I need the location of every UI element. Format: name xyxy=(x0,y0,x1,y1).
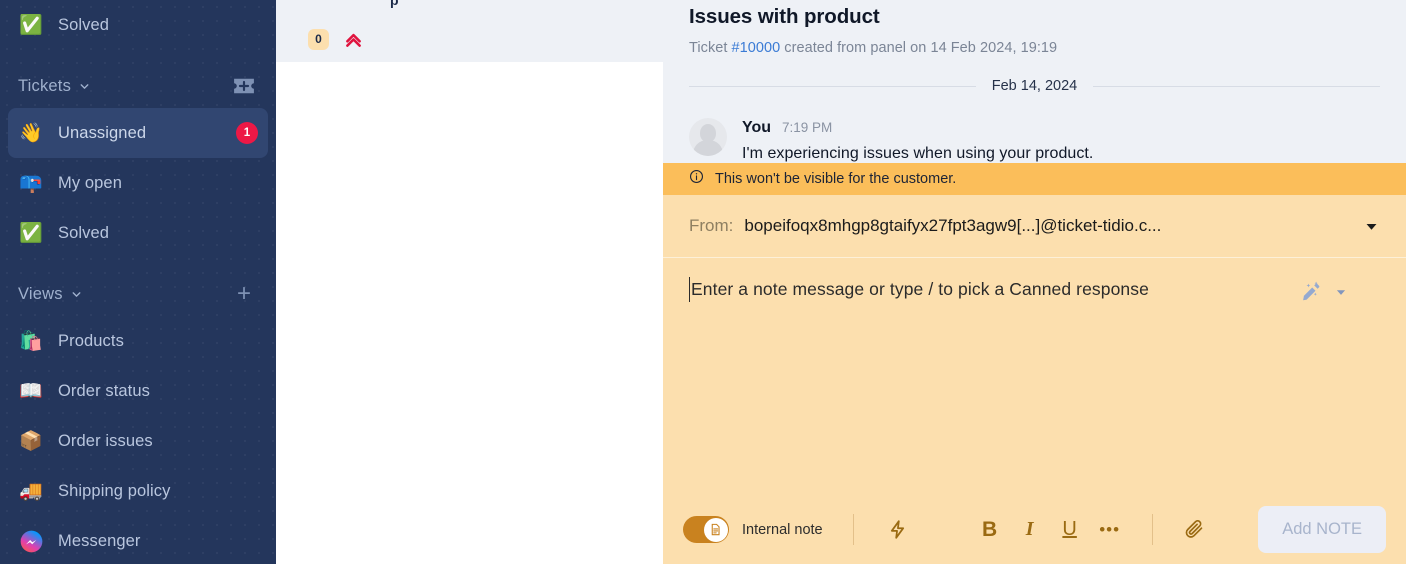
add-ticket-icon[interactable] xyxy=(230,72,258,100)
sidebar-item-label: Order status xyxy=(58,381,150,400)
sidebar-item-label: Order issues xyxy=(58,431,153,450)
sidebar-section-tickets[interactable]: Tickets xyxy=(0,64,276,108)
mailbox-icon: 📪 xyxy=(19,172,43,194)
from-address: bopeifoqx8mhgp8gtaifyx27fpt3agw9[...]@ti… xyxy=(744,216,1162,235)
internal-note-notice: This won't be visible for the customer. xyxy=(663,163,1406,195)
ticket-list-panel: p 0 xyxy=(276,0,663,564)
composer-toolbar: Internal note B I U ••• Add NOTE xyxy=(663,495,1406,564)
divider-line-right xyxy=(1093,85,1380,87)
avatar-body-shape xyxy=(693,140,723,156)
message-count-badge: 0 xyxy=(308,28,329,50)
internal-note-toggle[interactable] xyxy=(683,516,729,543)
sidebar-item-shipping-policy[interactable]: 🚚 Shipping policy xyxy=(8,466,268,516)
sidebar-item-products[interactable]: 🛍️ Products xyxy=(8,316,268,366)
sidebar-item-order-issues[interactable]: 📦 Order issues xyxy=(8,416,268,466)
sidebar: ✅ Solved Tickets 👋 Unassigned 1 📪 My ope… xyxy=(0,0,276,564)
sidebar-item-order-status[interactable]: 📖 Order status xyxy=(8,366,268,416)
priority-urgent-icon xyxy=(343,29,364,50)
message-header: You 7:19 PM xyxy=(742,119,1093,137)
waving-hand-icon: 👋 xyxy=(19,122,43,144)
sidebar-item-label: Solved xyxy=(58,223,110,242)
toolbar-divider xyxy=(852,514,854,545)
ticket-id-link[interactable]: #10000 xyxy=(732,40,781,56)
info-icon xyxy=(689,169,704,189)
message-author: You xyxy=(742,119,772,136)
open-book-icon: 📖 xyxy=(19,380,43,402)
ticket-detail-panel: Issues with product Ticket #10000 create… xyxy=(663,0,1406,564)
app-root: ✅ Solved Tickets 👋 Unassigned 1 📪 My ope… xyxy=(0,0,1406,564)
toggle-knob xyxy=(703,517,728,542)
ticket-list-item[interactable]: p 0 xyxy=(276,0,663,62)
sidebar-item-label: My open xyxy=(58,173,122,192)
section-title: Views xyxy=(18,284,63,303)
ticket-meta-suffix: created from panel on 14 Feb 2024, 19:19 xyxy=(780,40,1058,56)
shopping-bags-icon: 🛍️ xyxy=(19,330,43,352)
sidebar-item-solved-top[interactable]: ✅ Solved xyxy=(8,0,268,50)
sidebar-item-label: Solved xyxy=(58,15,110,34)
sidebar-item-label: Products xyxy=(58,331,124,350)
toolbar-divider xyxy=(1151,514,1153,545)
divider-line-left xyxy=(689,85,976,87)
more-options-button[interactable]: ••• xyxy=(1090,510,1130,550)
ai-assist-control[interactable] xyxy=(1301,280,1348,309)
lightning-icon[interactable] xyxy=(878,510,918,550)
messenger-icon xyxy=(18,530,44,553)
message-body: You 7:19 PM I'm experiencing issues when… xyxy=(742,118,1093,163)
sidebar-section-views[interactable]: Views + xyxy=(0,272,276,316)
from-label: From: xyxy=(689,216,734,235)
bold-button[interactable]: B xyxy=(970,510,1010,550)
chevron-down-icon xyxy=(70,288,83,301)
message-item: You 7:19 PM I'm experiencing issues when… xyxy=(663,94,1406,163)
italic-button[interactable]: I xyxy=(1010,510,1050,550)
avatar xyxy=(689,118,727,156)
add-note-button[interactable]: Add NOTE xyxy=(1258,506,1386,553)
ticket-list-item-title-clipped: p xyxy=(390,0,399,8)
sidebar-item-label: Messenger xyxy=(58,531,141,550)
magic-wand-icon[interactable] xyxy=(1301,280,1325,309)
message-timestamp: 7:19 PM xyxy=(782,120,833,135)
underline-button[interactable]: U xyxy=(1050,510,1090,550)
sidebar-item-messenger[interactable]: Messenger xyxy=(8,516,268,564)
package-icon: 📦 xyxy=(19,430,43,452)
chevron-down-icon[interactable] xyxy=(1334,285,1348,304)
ticket-list-item-meta: 0 xyxy=(308,28,364,50)
sidebar-item-label: Shipping policy xyxy=(58,481,171,500)
date-separator: Feb 14, 2024 xyxy=(689,78,1380,94)
delivery-truck-icon: 🚚 xyxy=(19,480,43,502)
note-placeholder: Enter a note message or type / to pick a… xyxy=(691,279,1149,299)
note-composer[interactable]: Enter a note message or type / to pick a… xyxy=(663,258,1406,495)
sidebar-item-unassigned[interactable]: 👋 Unassigned 1 xyxy=(8,108,268,158)
ticket-meta: Ticket #10000 created from panel on 14 F… xyxy=(689,40,1380,56)
page-title: Issues with product xyxy=(689,5,880,28)
section-title: Tickets xyxy=(18,76,72,95)
check-mark-icon: ✅ xyxy=(19,14,43,36)
plus-icon[interactable]: + xyxy=(230,280,258,308)
sidebar-item-label: Unassigned xyxy=(58,123,147,142)
ticket-meta-prefix: Ticket xyxy=(689,40,732,56)
ticket-header: Issues with product Ticket #10000 create… xyxy=(663,0,1406,56)
from-row[interactable]: From: bopeifoqx8mhgp8gtaifyx27fpt3agw9[.… xyxy=(663,195,1406,258)
notice-text: This won't be visible for the customer. xyxy=(715,171,957,187)
internal-note-label: Internal note xyxy=(742,521,823,538)
chevron-down-icon[interactable] xyxy=(1363,218,1380,235)
paperclip-icon[interactable] xyxy=(1175,510,1215,550)
sidebar-item-solved[interactable]: ✅ Solved xyxy=(8,208,268,258)
date-separator-label: Feb 14, 2024 xyxy=(991,78,1078,94)
unread-badge: 1 xyxy=(236,122,258,144)
text-caret xyxy=(689,277,690,302)
message-text: I'm experiencing issues when using your … xyxy=(742,145,1094,162)
chevron-down-icon xyxy=(78,80,91,93)
check-mark-icon: ✅ xyxy=(19,222,43,244)
sidebar-item-my-open[interactable]: 📪 My open xyxy=(8,158,268,208)
